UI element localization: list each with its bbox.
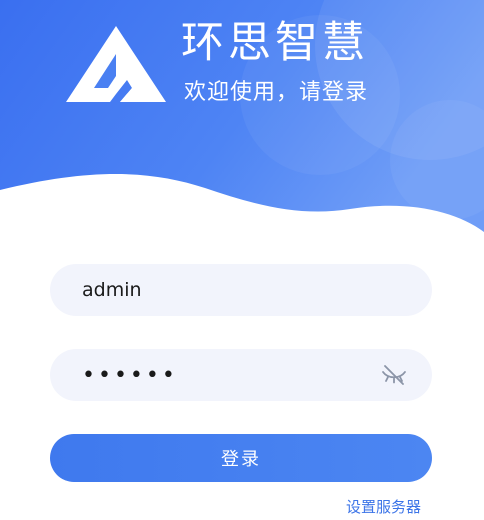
- password-field[interactable]: [50, 349, 432, 401]
- username-input[interactable]: [82, 264, 382, 316]
- app-title: 环思智慧: [181, 18, 369, 68]
- server-settings-link[interactable]: 设置服务器: [346, 497, 421, 517]
- eye-off-icon[interactable]: [380, 363, 408, 387]
- header-banner: 环思智慧 欢迎使用，请登录: [0, 0, 484, 240]
- login-button[interactable]: 登录: [50, 434, 432, 482]
- password-input[interactable]: [82, 349, 382, 401]
- username-field[interactable]: [50, 264, 432, 316]
- triangle-logo-icon: [66, 26, 166, 102]
- login-screen: 环思智慧 欢迎使用，请登录 登录 设置服务器: [0, 0, 484, 520]
- welcome-subtitle: 欢迎使用，请登录: [184, 80, 369, 105]
